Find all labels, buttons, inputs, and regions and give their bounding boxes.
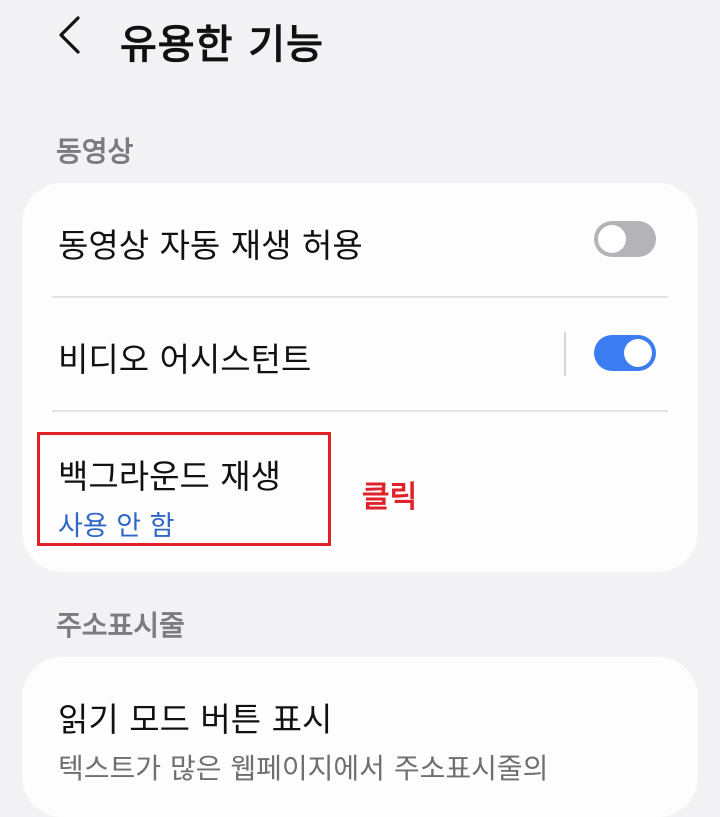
section-label-address-bar: 주소표시줄: [56, 609, 185, 642]
autoplay-label: 동영상 자동 재생 허용: [58, 226, 363, 265]
video-assistant-row[interactable]: 비디오 어시스턴트: [22, 298, 698, 410]
vertical-separator: [564, 332, 566, 376]
reader-mode-description: 텍스트가 많은 웹페이지에서 주소표시줄의: [58, 752, 549, 785]
reader-mode-label: 읽기 모드 버튼 표시: [58, 700, 333, 739]
highlight-box: [37, 432, 331, 546]
reader-mode-row[interactable]: 읽기 모드 버튼 표시 텍스트가 많은 웹페이지에서 주소표시줄의: [22, 657, 698, 817]
address-bar-settings-card: 읽기 모드 버튼 표시 텍스트가 많은 웹페이지에서 주소표시줄의: [22, 657, 698, 817]
click-annotation: 클릭: [362, 480, 418, 515]
toggle-knob: [624, 339, 652, 367]
video-assistant-label: 비디오 어시스턴트: [58, 340, 312, 379]
toggle-knob: [598, 225, 626, 253]
chevron-left-icon: [56, 15, 82, 59]
app-header: 유용한 기능: [0, 0, 720, 90]
autoplay-toggle[interactable]: [594, 221, 656, 257]
video-assistant-toggle[interactable]: [594, 335, 656, 371]
page-title: 유용한 기능: [120, 22, 324, 68]
back-button[interactable]: [46, 14, 92, 60]
autoplay-row[interactable]: 동영상 자동 재생 허용: [22, 183, 698, 297]
section-label-video: 동영상: [56, 135, 134, 168]
